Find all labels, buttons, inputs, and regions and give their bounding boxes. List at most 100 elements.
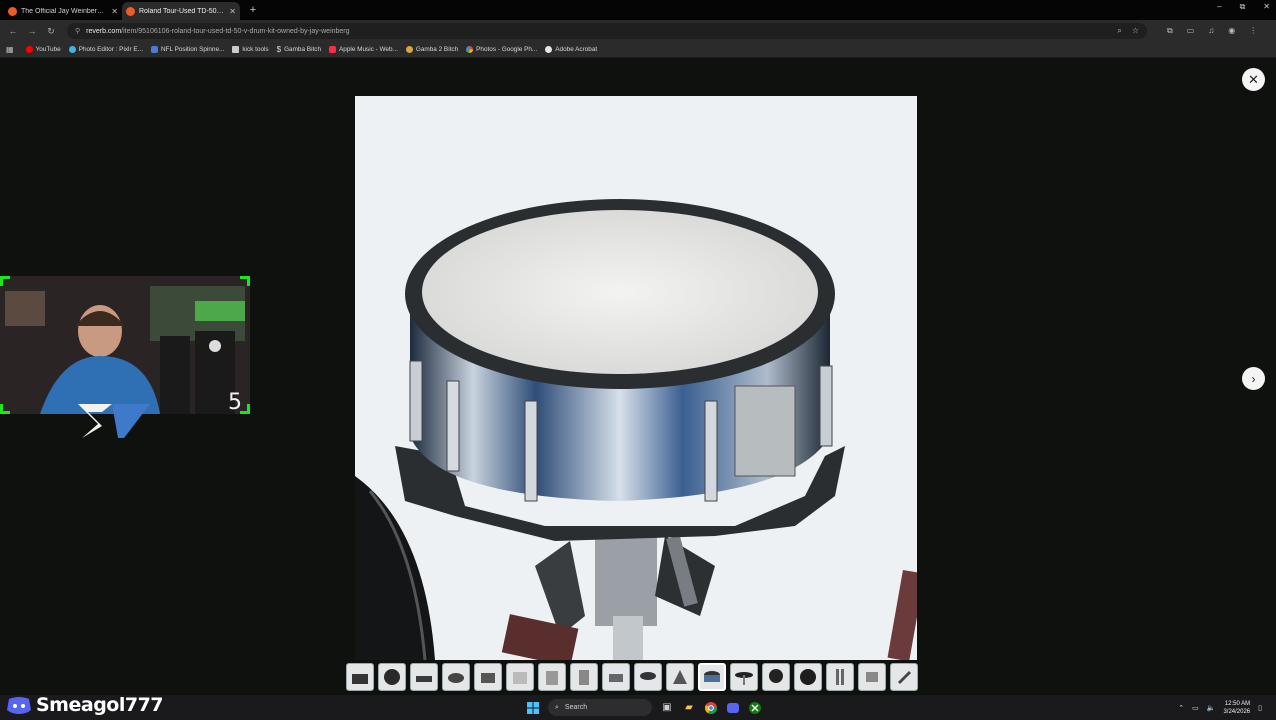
thumbnail-image [898, 671, 911, 684]
tab-jay-weinberg[interactable]: The Official Jay Weinberg Reverb ✕ [4, 2, 122, 20]
discord-logo-icon [7, 697, 31, 714]
chrome-icon[interactable] [704, 701, 718, 715]
thumbnail-image [800, 669, 816, 685]
thumbnail[interactable] [474, 663, 502, 691]
minimize-button[interactable]: – [1217, 2, 1221, 12]
tab-close-icon[interactable]: ✕ [111, 7, 118, 16]
thumbnail-image [735, 672, 753, 685]
menu-icon[interactable]: ⋮ [1249, 26, 1257, 36]
address-bar[interactable]: ⚲ reverb.com /item/95106106-roland-tour-… [67, 23, 1147, 39]
thumbnail[interactable] [378, 663, 406, 691]
apple-music-icon [329, 46, 337, 53]
bookmark-pixlr[interactable]: Photo Editor : Pixlr E... [68, 46, 143, 53]
window-controls: – ⧉ ✕ [1217, 2, 1270, 12]
side-panel-icon[interactable]: ▭ [1187, 26, 1195, 36]
screen: The Official Jay Weinberg Reverb ✕ Rolan… [0, 0, 1276, 720]
gamba-icon [405, 46, 413, 53]
url-path: /item/95106106-roland-tour-used-td-50-v-… [121, 27, 350, 35]
site-info-icon[interactable]: ⚲ [75, 27, 80, 35]
tab-title: The Official Jay Weinberg Reverb [21, 7, 107, 15]
thumbnail[interactable] [858, 663, 886, 691]
media-icon[interactable]: ♫ [1208, 26, 1214, 36]
bookmark-star-icon[interactable]: ☆ [1132, 26, 1139, 36]
counter-label: 5 [228, 390, 242, 415]
bookmark-google-photos[interactable]: Photos - Google Ph... [466, 46, 537, 53]
bookmark-nfl-spinner[interactable]: NFL Position Spinne... [150, 46, 224, 53]
thumbnail-image [448, 673, 464, 683]
clock-time: 12:50 AM [1224, 700, 1251, 707]
thumbnail[interactable] [634, 663, 662, 691]
clock[interactable]: 12:50 AM 3/24/2026 [1223, 700, 1250, 716]
thumbnail[interactable] [666, 663, 694, 691]
thumbnail[interactable] [794, 663, 822, 691]
reload-icon[interactable]: ↻ [44, 26, 58, 37]
url-host: reverb.com [86, 27, 122, 35]
tab-roland-td50[interactable]: Roland Tour-Used TD-50 V-Drum ✕ [122, 2, 240, 20]
close-lightbox-button[interactable]: ✕ [1242, 68, 1265, 91]
back-icon[interactable]: ← [6, 26, 20, 36]
file-explorer-icon[interactable]: ▰ [682, 701, 696, 715]
bookmark-apple-music[interactable]: Apple Music - Web... [329, 46, 398, 53]
thumbnail-active[interactable] [698, 663, 726, 691]
forward-icon[interactable]: → [25, 26, 39, 36]
thumbnail[interactable] [762, 663, 790, 691]
bookmarks-bar: ▦ YouTube Photo Editor : Pixlr E... NFL … [0, 42, 1276, 58]
task-view-icon[interactable]: ▣ [660, 701, 674, 715]
thumbnail[interactable] [538, 663, 566, 691]
snare-drum-image [355, 199, 917, 660]
thumbnail-image [546, 671, 558, 685]
reverb-favicon-icon [126, 6, 135, 16]
taskbar-search[interactable]: ⌕ Search [548, 699, 652, 716]
frame-corner [0, 404, 10, 414]
new-tab-button[interactable]: + [244, 4, 262, 16]
product-photo-drum-pad [355, 96, 917, 660]
search-placeholder: Search [564, 704, 588, 711]
streamer-name: Smeagol777 [36, 694, 164, 716]
thumbnail[interactable] [602, 663, 630, 691]
tab-strip: The Official Jay Weinberg Reverb ✕ Rolan… [0, 0, 1276, 20]
thumbnail[interactable] [890, 663, 918, 691]
apps-grid-icon[interactable]: ▦ [6, 45, 14, 54]
browser-toolbar: ← → ↻ ⚲ reverb.com /item/95106106-roland… [0, 20, 1276, 42]
streamer-tag: Smeagol777 [6, 694, 164, 716]
bookmark-gamba-2[interactable]: Gamba 2 Bitch [405, 46, 458, 53]
thumbnail[interactable] [442, 663, 470, 691]
thumbnail-image [579, 670, 589, 685]
bookmark-adobe-acrobat[interactable]: Adobe Acrobat [545, 46, 597, 53]
thumbnail-strip [346, 663, 918, 691]
extensions-icon[interactable]: ⧉ [1167, 26, 1173, 36]
windows-start-icon[interactable] [526, 701, 540, 715]
close-window-button[interactable]: ✕ [1263, 2, 1270, 12]
thumbnail-image [673, 670, 687, 684]
thumbnail[interactable] [826, 663, 854, 691]
restore-button[interactable]: ⧉ [1240, 2, 1246, 12]
thumbnail-image [384, 669, 400, 685]
tab-close-icon[interactable]: ✕ [229, 7, 236, 16]
chevron-up-icon[interactable]: ⌃ [1178, 704, 1184, 712]
thumbnail[interactable] [730, 663, 758, 691]
next-image-button[interactable]: › [1242, 367, 1265, 390]
bookmark-youtube[interactable]: YouTube [25, 46, 61, 53]
frame-corner [240, 276, 250, 286]
network-icon[interactable]: ▭ [1192, 704, 1199, 712]
discord-icon[interactable] [726, 701, 740, 715]
dollar-icon: $ [276, 45, 282, 54]
bookmark-kick-tools[interactable]: kick tools [232, 46, 269, 53]
notifications-icon[interactable]: ▯ [1258, 704, 1262, 712]
thumbnail[interactable] [410, 663, 438, 691]
thumbnail[interactable] [346, 663, 374, 691]
profile-icon[interactable]: ◉ [1228, 26, 1235, 36]
thumbnail-image [352, 674, 368, 684]
thumbnail-image [640, 672, 656, 680]
thumbnail[interactable] [506, 663, 534, 691]
zoom-icon[interactable]: ⌕ [1117, 26, 1121, 36]
frame-corner [0, 276, 10, 286]
xbox-icon[interactable] [748, 701, 762, 715]
sv-logo-icon [72, 400, 152, 445]
thumbnail-image [704, 671, 720, 682]
volume-icon[interactable]: 🔈 [1207, 704, 1216, 712]
taskbar: ⌕ Search ▣ ▰ ⌃ ▭ 🔈 12:50 AM 3/24/2026 ▯ [0, 695, 1276, 720]
bookmark-gamba[interactable]: $ Gamba Bitch [277, 45, 321, 54]
thumbnail[interactable] [570, 663, 598, 691]
taskbar-center: ⌕ Search ▣ ▰ [526, 699, 762, 716]
